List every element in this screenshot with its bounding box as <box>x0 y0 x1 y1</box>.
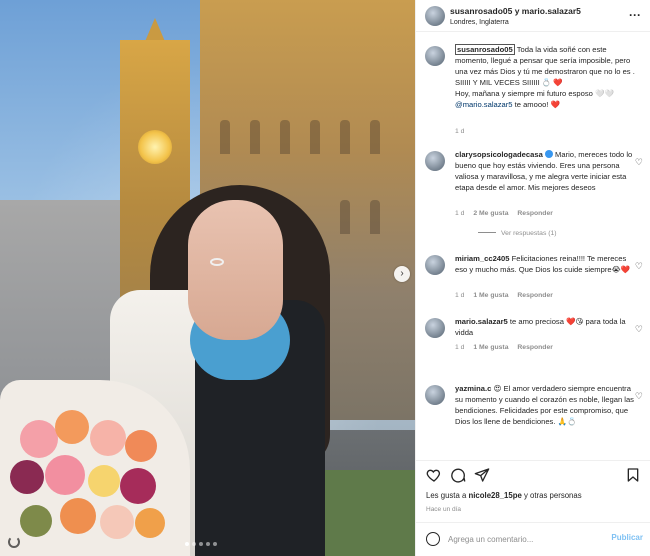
post-location[interactable]: Londres, Inglaterra <box>450 19 509 26</box>
reply-button[interactable]: Responder <box>517 344 553 351</box>
reply-button[interactable]: Responder <box>517 292 553 299</box>
avatar[interactable] <box>425 6 445 26</box>
list-item: mario.salazar5 te amo preciosa ❤️😘 para … <box>425 316 645 366</box>
comment-icon[interactable] <box>450 467 466 483</box>
comment-username[interactable]: clarysopsicologadecasa <box>455 150 543 159</box>
comment-meta: 1 d 1 Me gusta Responder <box>455 292 553 299</box>
comment-username[interactable]: mario.salazar5 <box>455 317 508 326</box>
comment-time[interactable]: 1 d <box>455 344 464 351</box>
comment-composer: Publicar <box>416 522 650 556</box>
like-heart-icon[interactable] <box>426 467 442 483</box>
comments-panel: susanrosado05 y mario.salazar5 Londres, … <box>415 0 650 556</box>
post-header: susanrosado05 y mario.salazar5 Londres, … <box>416 0 650 32</box>
list-item: yazmina.c 😍 El amor verdadero siempre en… <box>425 383 645 453</box>
engagement-ring <box>210 258 224 266</box>
save-bookmark-icon[interactable] <box>625 467 641 483</box>
avatar[interactable] <box>425 318 445 338</box>
comment-meta: 1 d 2 Me gusta Responder <box>455 210 553 217</box>
comment-meta: 1 d 1 Me gusta Responder <box>455 344 553 351</box>
verified-badge-icon <box>544 150 553 158</box>
comment-likes[interactable]: 2 Me gusta <box>473 210 508 217</box>
more-horizontal-icon[interactable]: ··· <box>629 8 641 22</box>
emoji-icon[interactable] <box>426 532 440 546</box>
list-item: miriam_cc2405 Felicitaciones reina!!!! T… <box>425 253 645 303</box>
comment-input[interactable] <box>448 532 598 546</box>
caption: susanrosado05 Toda la vida soñé con este… <box>425 44 645 139</box>
caption-text-line: SIIIII Y MIL VECES SIIIIII 💍 ❤️ <box>455 78 563 87</box>
comment-username[interactable]: miriam_cc2405 <box>455 254 509 263</box>
carousel-dots <box>185 542 217 546</box>
comment-username[interactable]: yazmina.c <box>455 384 491 393</box>
comment-time[interactable]: 1 d <box>455 292 464 299</box>
caption-text-line: Hoy, mañana y siempre mi futuro esposo 🤍… <box>455 89 614 98</box>
comments-list[interactable]: susanrosado05 Toda la vida soñé con este… <box>416 33 650 453</box>
caption-text-line: te amooo! ❤️ <box>514 100 560 109</box>
post-authors[interactable]: susanrosado05 y mario.salazar5 <box>450 6 581 16</box>
comment-like-heart-icon[interactable]: ♡ <box>635 324 643 335</box>
reply-button[interactable]: Responder <box>517 210 553 217</box>
action-bar <box>416 460 650 488</box>
clock-face <box>138 130 172 164</box>
publish-button[interactable]: Publicar <box>611 533 643 542</box>
comment-like-heart-icon[interactable]: ♡ <box>635 261 643 272</box>
instagram-post: › susanrosado05 y mario.salazar5 Londres… <box>0 0 650 556</box>
liker-username[interactable]: nicole28_15pe <box>469 491 522 500</box>
hand-with-ring <box>188 200 283 340</box>
comment-likes[interactable]: 1 Me gusta <box>473 344 508 351</box>
share-icon[interactable] <box>474 467 490 483</box>
comment-time[interactable]: 1 d <box>455 210 464 217</box>
flower-bouquet <box>0 380 190 556</box>
likes-summary[interactable]: Les gusta a nicole28_15pe y otras person… <box>426 491 582 500</box>
view-replies-button[interactable]: Ver respuestas (1) <box>478 230 557 237</box>
next-arrow-icon[interactable]: › <box>394 266 410 282</box>
post-photo[interactable]: › <box>0 0 415 556</box>
mention-link[interactable]: @mario.salazar5 <box>455 100 513 109</box>
comment-like-heart-icon[interactable]: ♡ <box>635 157 643 168</box>
caption-username[interactable]: susanrosado05 <box>455 44 515 55</box>
comment-like-heart-icon[interactable]: ♡ <box>635 391 643 402</box>
avatar[interactable] <box>425 46 445 66</box>
post-date[interactable]: Hace un día <box>426 506 461 513</box>
comment-likes[interactable]: 1 Me gusta <box>473 292 508 299</box>
loading-spinner-icon <box>8 536 20 548</box>
avatar[interactable] <box>425 255 445 275</box>
avatar[interactable] <box>425 385 445 405</box>
comment-time[interactable]: 1 d <box>455 128 464 135</box>
caption-meta: 1 d <box>455 128 464 135</box>
avatar[interactable] <box>425 151 445 171</box>
